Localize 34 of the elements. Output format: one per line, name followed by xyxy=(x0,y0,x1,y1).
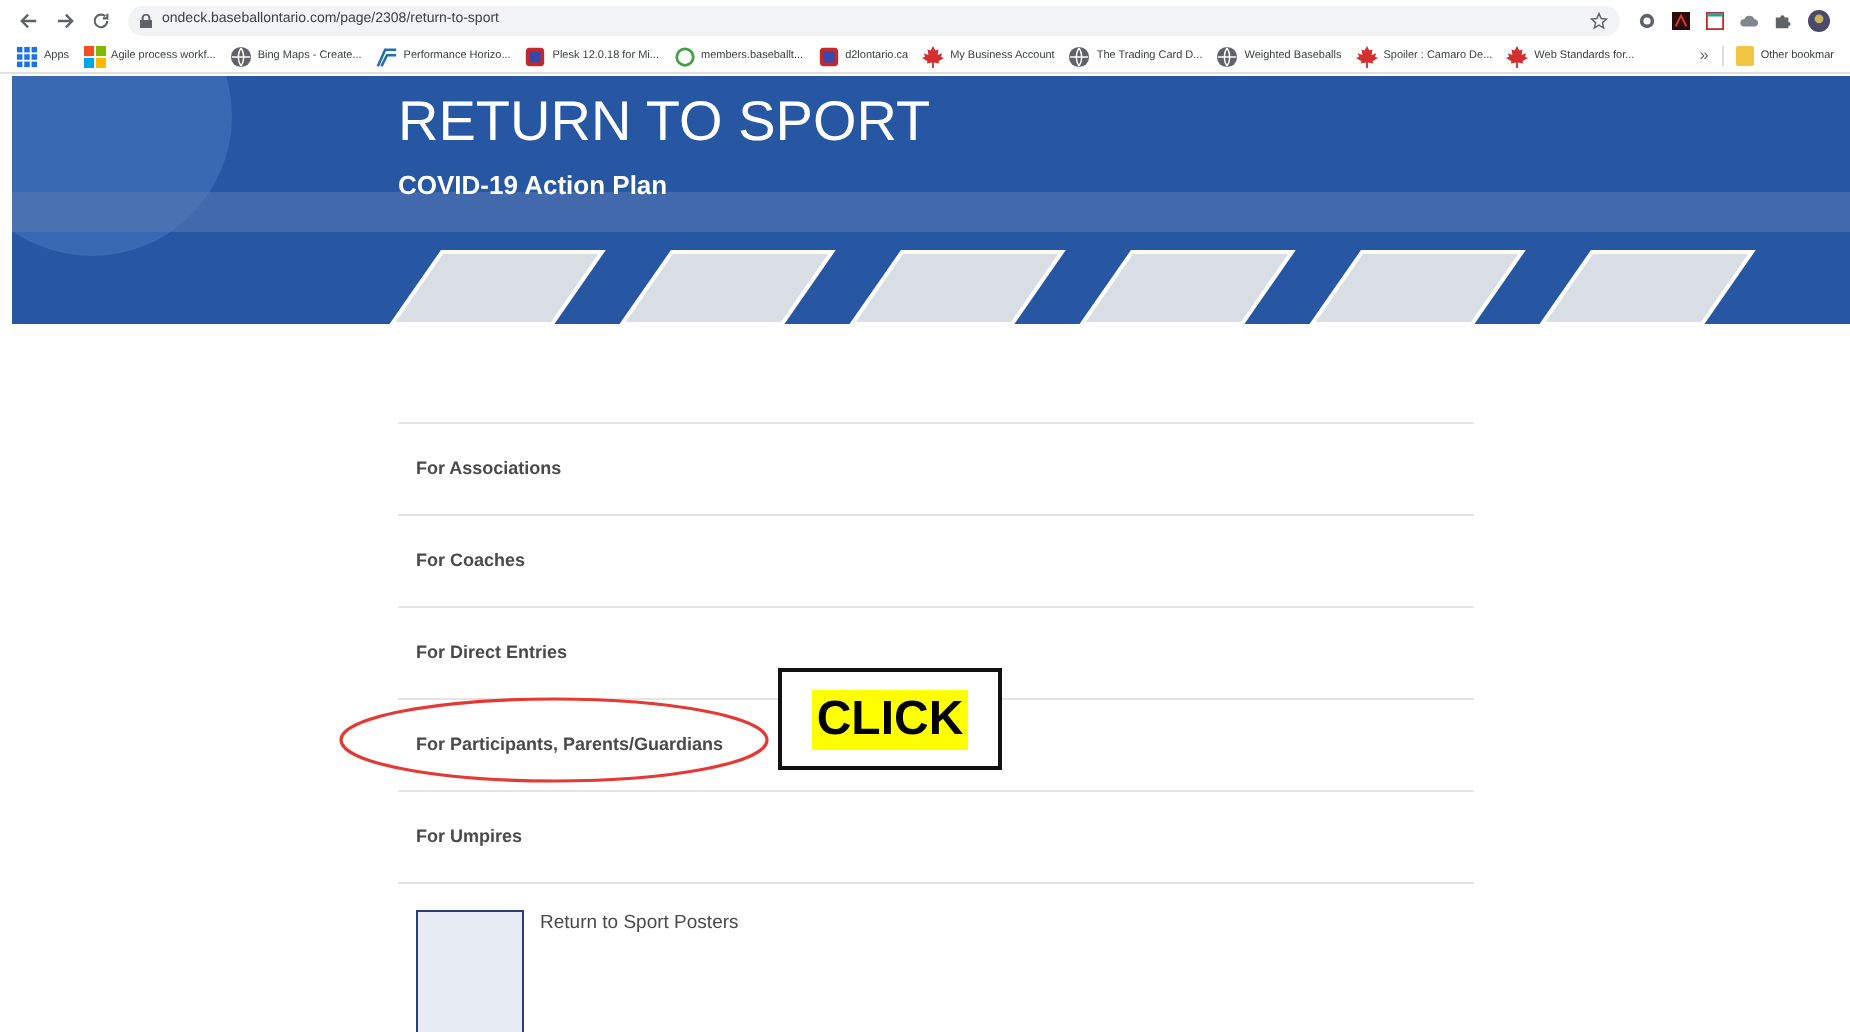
section-link[interactable]: For Coaches xyxy=(416,547,526,575)
section-link[interactable]: For Associations xyxy=(416,455,562,483)
chart-icon xyxy=(375,45,398,67)
ring-icon xyxy=(673,45,695,67)
squares-icon xyxy=(83,45,106,67)
star-icon[interactable] xyxy=(1590,11,1608,29)
profile-avatar-icon[interactable] xyxy=(1808,9,1830,31)
globe-icon xyxy=(1216,45,1239,67)
apps-grid-icon xyxy=(16,45,38,67)
section-link[interactable]: For Umpires xyxy=(416,823,523,851)
globe-icon xyxy=(1068,45,1091,67)
globe-icon xyxy=(229,45,252,67)
section-link[interactable]: For Direct Entries xyxy=(416,639,568,667)
poster-thumbnail[interactable] xyxy=(416,910,524,1032)
badge-icon xyxy=(524,45,547,67)
banner-title: RETURN TO SPORT xyxy=(398,94,933,150)
folder-icon xyxy=(1736,46,1755,66)
pdf-extension-icon[interactable] xyxy=(1672,11,1690,29)
cloud-extension-icon[interactable] xyxy=(1740,11,1758,29)
puzzle-icon[interactable] xyxy=(1774,11,1792,29)
back-arrow-icon[interactable] xyxy=(20,11,38,29)
maple-leaf-icon xyxy=(1355,45,1378,67)
badge-icon xyxy=(817,45,840,67)
lock-icon xyxy=(140,13,152,27)
reload-icon[interactable] xyxy=(92,11,110,29)
poster-link[interactable]: Return to Sport Posters xyxy=(540,910,739,1032)
maple-leaf-icon xyxy=(1506,45,1529,67)
calendar-extension-icon[interactable] xyxy=(1706,11,1724,29)
forward-arrow-icon[interactable] xyxy=(56,11,74,29)
callout-text: CLICK xyxy=(812,689,968,749)
more-bookmarks-chevron[interactable]: » xyxy=(1699,44,1709,68)
circle-extension-icon[interactable] xyxy=(1638,11,1656,29)
maple-leaf-icon xyxy=(922,45,945,67)
banner-subtitle: COVID-19 Action Plan xyxy=(398,168,670,204)
